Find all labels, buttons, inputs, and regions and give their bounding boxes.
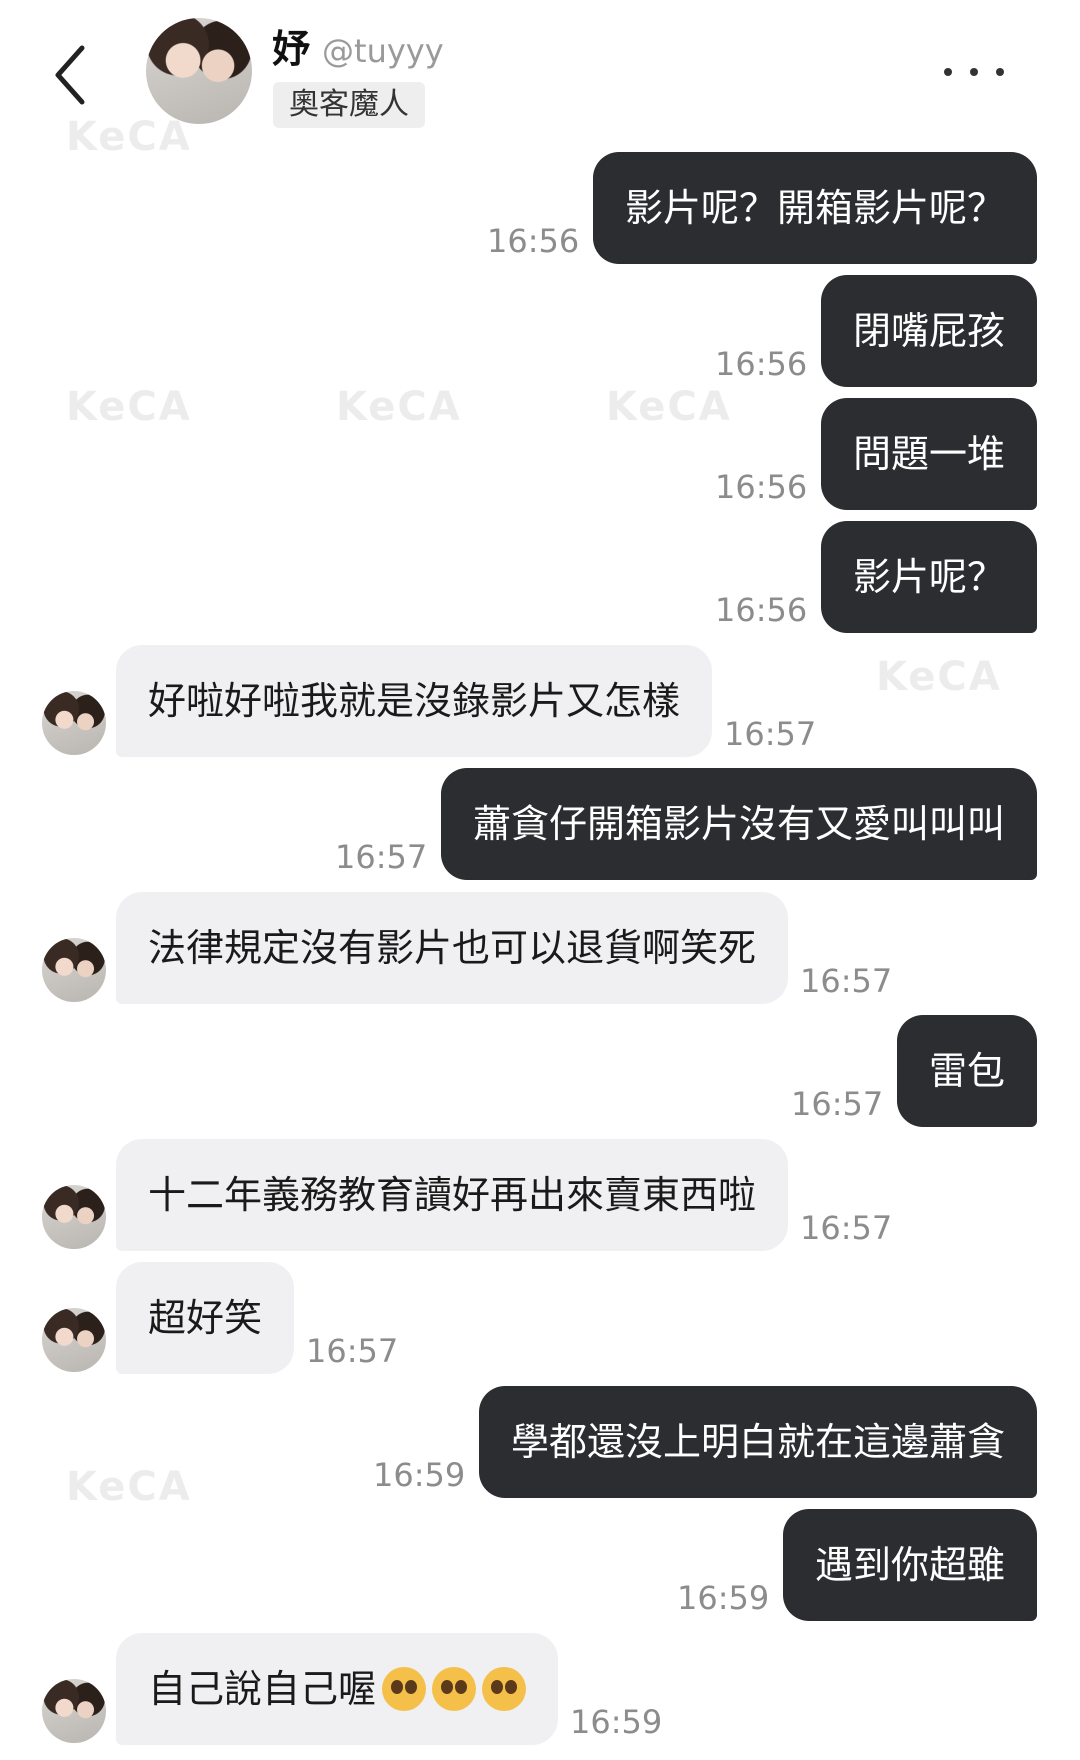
contact-name: 妤 xyxy=(272,27,311,71)
sender-avatar[interactable] xyxy=(42,1679,106,1743)
message-text: 法律規定沒有影片也可以退貨啊笑死 xyxy=(148,926,757,970)
watermark: KeCA xyxy=(66,1464,192,1510)
sent-message-bubble[interactable]: 閉嘴屁孩 xyxy=(821,275,1038,387)
received-message-bubble[interactable]: 法律規定沒有影片也可以退貨啊笑死 xyxy=(116,892,789,1004)
message-timestamp: 16:56 xyxy=(715,468,808,506)
message-text: 問題一堆 xyxy=(853,432,1006,476)
pleading-face-icon xyxy=(382,1666,427,1711)
message-timestamp: 16:57 xyxy=(335,838,428,876)
contact-name-row: 妤 @tuyyy xyxy=(272,18,444,73)
watermark: KeCA xyxy=(336,384,462,430)
more-options-icon[interactable] xyxy=(944,52,1004,92)
back-arrow-icon[interactable] xyxy=(48,40,108,110)
message-timestamp: 16:59 xyxy=(570,1703,663,1741)
watermark: KeCA xyxy=(876,654,1002,700)
message-text: 雷包 xyxy=(929,1049,1006,1093)
message-timestamp: 16:59 xyxy=(677,1579,770,1617)
message-text: 好啦好啦我就是沒錄影片又怎樣 xyxy=(148,679,681,723)
message-timestamp: 16:57 xyxy=(800,1209,893,1247)
contact-avatar[interactable] xyxy=(146,18,252,124)
message-text: 影片呢？ xyxy=(853,555,1006,599)
message-timestamp: 16:57 xyxy=(306,1332,399,1370)
message-timestamp: 16:57 xyxy=(800,962,893,1000)
message-timestamp: 16:56 xyxy=(715,345,808,383)
message-text: 超好笑 xyxy=(148,1296,263,1340)
message-text: 十二年義務教育讀好再出來賣東西啦 xyxy=(148,1173,757,1217)
received-message-bubble[interactable]: 好啦好啦我就是沒錄影片又怎樣 xyxy=(116,645,713,757)
pleading-face-icon xyxy=(482,1666,527,1711)
message-timestamp: 16:56 xyxy=(487,222,580,260)
pleading-face-icon xyxy=(432,1666,477,1711)
message-timestamp: 16:57 xyxy=(724,715,817,753)
sender-avatar[interactable] xyxy=(42,1308,106,1372)
sent-message-bubble[interactable]: 雷包 xyxy=(897,1015,1038,1127)
message-text: 閉嘴屁孩 xyxy=(853,309,1006,353)
sent-message-bubble[interactable]: 蕭貪仔開箱影片沒有又愛叫叫叫 xyxy=(441,768,1038,880)
received-message-bubble[interactable]: 十二年義務教育讀好再出來賣東西啦 xyxy=(116,1139,789,1251)
sent-message-bubble[interactable]: 影片呢？開箱影片呢？ xyxy=(593,152,1038,264)
sent-message-bubble[interactable]: 問題一堆 xyxy=(821,398,1038,510)
message-text: 遇到你超雖 xyxy=(815,1543,1006,1587)
contact-handle: @tuyyy xyxy=(322,32,444,70)
message-text: 影片呢？開箱影片呢？ xyxy=(625,186,1006,230)
message-timestamp: 16:56 xyxy=(715,591,808,629)
sender-avatar[interactable] xyxy=(42,1185,106,1249)
sent-message-bubble[interactable]: 學都還沒上明白就在這邊蕭貪 xyxy=(479,1386,1038,1498)
received-message-bubble[interactable]: 超好笑 xyxy=(116,1262,295,1374)
message-text: 自己說自己喔 xyxy=(148,1667,377,1711)
watermark: KeCA xyxy=(66,384,192,430)
message-timestamp: 16:59 xyxy=(373,1456,466,1494)
message-text: 蕭貪仔開箱影片沒有又愛叫叫叫 xyxy=(473,802,1006,846)
message-text: 學都還沒上明白就在這邊蕭貪 xyxy=(511,1420,1006,1464)
sender-avatar[interactable] xyxy=(42,691,106,755)
sender-avatar[interactable] xyxy=(42,938,106,1002)
watermark: KeCA xyxy=(606,384,732,430)
contact-tag: 奧客魔人 xyxy=(273,82,425,128)
received-message-bubble[interactable]: 自己說自己喔 xyxy=(116,1633,559,1745)
sent-message-bubble[interactable]: 影片呢？ xyxy=(821,521,1038,633)
chat-header: 妤 @tuyyy 奧客魔人 xyxy=(0,0,1080,140)
sent-message-bubble[interactable]: 遇到你超雖 xyxy=(783,1509,1038,1621)
message-timestamp: 16:57 xyxy=(791,1085,884,1123)
